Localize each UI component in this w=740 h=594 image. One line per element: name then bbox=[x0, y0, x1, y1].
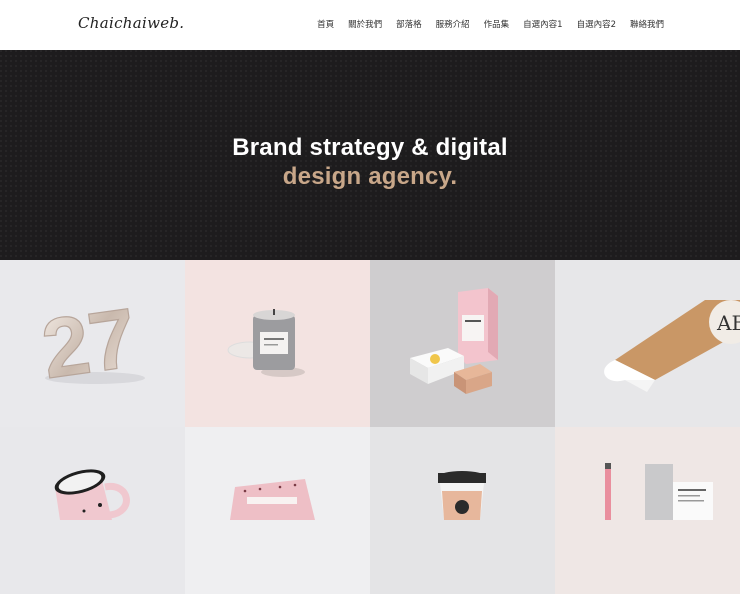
hero-title-line-1: Brand strategy & digital bbox=[232, 134, 508, 161]
pink-box-stationery-icon bbox=[410, 288, 498, 394]
portfolio-item-balloons[interactable]: 27 bbox=[0, 260, 185, 427]
site-header: Chaichaiweb. 首頁 關於我們 部落格 服務介紹 作品集 自選內容1 … bbox=[0, 0, 740, 50]
nav-item-contact[interactable]: 聯絡我們 bbox=[630, 18, 664, 30]
portfolio-item-tube[interactable]: AB bbox=[555, 260, 740, 427]
tube-logo-text: AB bbox=[716, 311, 740, 335]
nav-item-services[interactable]: 服務介紹 bbox=[436, 18, 470, 30]
candle-jar-icon bbox=[227, 309, 305, 377]
pink-pouch-icon bbox=[230, 479, 315, 520]
nav-item-custom-2[interactable]: 自選內容2 bbox=[577, 18, 616, 30]
portfolio-item-mug[interactable] bbox=[0, 427, 185, 594]
nav-item-home[interactable]: 首頁 bbox=[317, 18, 334, 30]
portfolio-item-stationery[interactable] bbox=[555, 427, 740, 594]
nav-item-blog[interactable]: 部落格 bbox=[396, 18, 422, 30]
pink-mug-icon bbox=[54, 469, 130, 520]
coffee-cup-icon bbox=[438, 471, 486, 520]
main-nav: 首頁 關於我們 部落格 服務介紹 作品集 自選內容1 自選內容2 聯絡我們 bbox=[317, 18, 664, 30]
nav-item-portfolio[interactable]: 作品集 bbox=[484, 18, 510, 30]
portfolio-item-candle[interactable] bbox=[185, 260, 370, 427]
portfolio-item-coffee[interactable] bbox=[370, 427, 555, 594]
portfolio-item-pouch[interactable] bbox=[185, 427, 370, 594]
hero-banner: Brand strategy & digital design agency. bbox=[0, 50, 740, 260]
hero-title-line-2: design agency. bbox=[282, 163, 458, 190]
balloon-number-text: 27 bbox=[36, 290, 142, 396]
nav-item-about[interactable]: 關於我們 bbox=[348, 18, 382, 30]
kraft-tube-ab-icon: AB bbox=[604, 300, 740, 392]
portfolio-item-packaging[interactable] bbox=[370, 260, 555, 427]
site-logo[interactable]: Chaichaiweb. bbox=[78, 14, 184, 32]
stationery-set-icon bbox=[605, 463, 713, 520]
balloon-27-icon: 27 bbox=[36, 290, 145, 397]
nav-item-custom-1[interactable]: 自選內容1 bbox=[523, 18, 562, 30]
